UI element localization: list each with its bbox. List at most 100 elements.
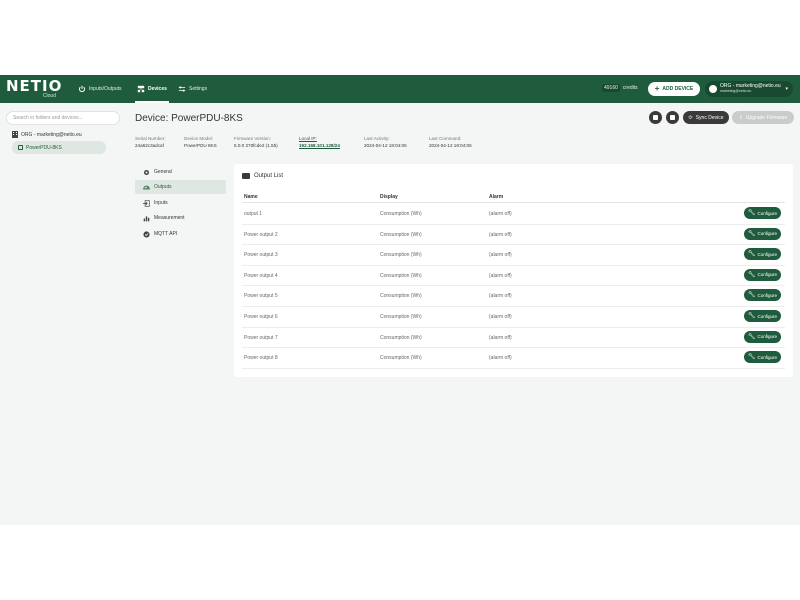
search-input[interactable]: Search in folders and devices... [6,111,120,125]
table-row: Power output 7 Consumption (Wh) (alarm off… [242,328,785,349]
add-device-button[interactable]: + ADD DEVICE [648,82,700,96]
configure-button[interactable]: 🔧︎ Configure [744,351,781,364]
table-row: Power output 4 Consumption (Wh) (alarm off… [242,266,785,287]
column-header-name: Name [244,194,258,200]
output-alarm: (alarm off) [489,211,512,217]
top-bar: NETIO Cloud Inputs/Outputs Devices Setti… [0,75,800,103]
output-name: Power output 6 [244,314,278,320]
output-list-card: Output List Name Display Alarm output 1 C… [234,164,793,377]
output-alarm: (alarm off) [489,355,512,362]
wrench-icon: 🔧︎ [747,271,756,278]
sync-device-button[interactable]: ⟳ Sync Device [683,111,729,124]
user-avatar-icon [709,85,717,93]
configure-button[interactable]: 🔧︎ Configure [744,248,781,261]
folder-button[interactable] [649,111,662,124]
logo-subtitle: Cloud [42,93,56,99]
subnav-general-label: General [154,169,172,175]
output-alarm: (alarm off) [489,334,512,341]
configure-button[interactable]: 🔧︎ Configure [744,268,781,281]
output-alarm: (alarm off) [489,293,512,300]
info-local-ip: Local IP: 192.168.101.128/24 [299,135,340,149]
page-title: Device: PowerPDU-8KS [135,113,243,124]
configure-label: Configure [757,251,778,257]
nav-devices[interactable]: Devices [137,83,167,95]
serial-label: Serial Number: [135,136,166,141]
configure-button[interactable]: 🔧︎ Configure [744,310,781,322]
configure-button[interactable]: 🔧︎ Configure [744,207,781,219]
output-display: Consumption (Wh) [380,293,422,300]
output-display: Consumption (Wh) [380,211,422,217]
folder-icon [653,115,658,120]
subnav-mqtt-api-label: MQTT API [154,231,178,237]
configure-button[interactable]: 🔧︎ Configure [744,330,781,343]
logo-text: NETIO [6,77,63,95]
table-row: output 1 Consumption (Wh) (alarm off) 🔧︎ Con… [242,204,785,225]
last-command-label: Last Command: [429,136,462,141]
delete-button[interactable] [666,111,679,124]
model-label: Device Model: [184,136,214,141]
sync-device-label: Sync Device [695,114,724,121]
subnav-measurement[interactable]: Measurement [135,211,226,225]
configure-label: Configure [757,231,778,237]
configure-label: Configure [757,272,778,278]
chevron-down-icon: ▾ [785,86,788,92]
netio-logo[interactable]: NETIO Cloud [6,77,63,100]
trash-icon [670,115,675,120]
subnav-inputs[interactable]: Inputs [135,196,226,210]
info-last-command: Last Command: 2024-04-12 18:04:06 [429,135,472,149]
last-command-value: 2024-04-12 18:04:06 [429,143,472,148]
credits-label: credits [622,85,638,91]
upgrade-firmware-label: Upgrade Firmware [745,114,788,121]
sync-icon: ⟳ [688,114,693,121]
output-list-header: Output List [242,173,283,179]
output-alarm: (alarm off) [489,272,512,279]
info-firmware: Firmware Version: 5.0.0 270fcde2 (1.55) [234,135,278,149]
table-row: Power output 8 Consumption (Wh) (alarm off… [242,348,785,369]
info-last-activity: Last Activity: 2024-04-12 18:04:06 [364,135,407,149]
table-header: Name Display Alarm [242,193,785,203]
nav-inputs-outputs[interactable]: Inputs/Outputs [78,83,122,95]
check-circle-icon [143,230,150,238]
bar-chart-icon [143,215,150,221]
serial-value: 24a62c3adcaf [135,143,164,148]
credits-value: 49160 [602,84,620,92]
account-menu[interactable]: ORG - marketing@netio.eu marketing@netio… [705,81,793,97]
subnav-general[interactable]: General [135,165,226,179]
subnav-mqtt-api[interactable]: MQTT API [135,227,226,241]
upgrade-firmware-button[interactable]: ⇧ Upgrade Firmware [732,111,794,124]
plus-icon: + [654,84,660,93]
nav-settings-label: Settings [189,86,208,92]
nav-inputs-outputs-label: Inputs/Outputs [89,86,122,92]
active-nav-indicator [135,101,169,103]
tree-device-item[interactable]: PowerPDU-8KS [12,141,106,154]
tree-org-folder[interactable]: ORG - marketing@netio.eu [12,131,82,138]
wrench-icon: 🔧︎ [747,251,756,258]
output-alarm: (alarm off) [489,252,512,259]
output-display: Consumption (Wh) [380,231,422,238]
configure-label: Configure [757,354,778,360]
subnav-outputs[interactable]: Outputs [135,180,226,194]
output-alarm: (alarm off) [489,231,512,238]
local-ip-label: Local IP: [299,136,317,141]
login-icon [143,199,150,207]
info-model: Device Model: PowerPDU 8KS [184,135,217,149]
output-alarm: (alarm off) [489,314,512,320]
device-icon [18,145,23,150]
configure-label: Configure [757,313,778,319]
column-header-alarm: Alarm [489,194,504,200]
nav-devices-label: Devices [148,86,167,92]
gauge-icon [143,185,150,189]
configure-button[interactable]: 🔧︎ Configure [744,227,781,240]
firmware-value: 5.0.0 270fcde2 (1.55) [234,143,278,148]
output-display: Consumption (Wh) [380,355,422,362]
local-ip-link[interactable]: 192.168.101.128/24 [299,142,340,149]
info-serial: Serial Number: 24a62c3adcaf [135,135,166,149]
wrench-icon: 🔧︎ [747,210,756,216]
wrench-icon: 🔧︎ [747,333,756,340]
tree-org-label: ORG - marketing@netio.eu [21,131,82,138]
output-display: Consumption (Wh) [380,272,422,279]
firmware-label: Firmware Version: [234,136,272,141]
configure-button[interactable]: 🔧︎ Configure [744,289,781,302]
nav-settings[interactable]: Settings [178,83,207,95]
configure-label: Configure [757,292,778,298]
